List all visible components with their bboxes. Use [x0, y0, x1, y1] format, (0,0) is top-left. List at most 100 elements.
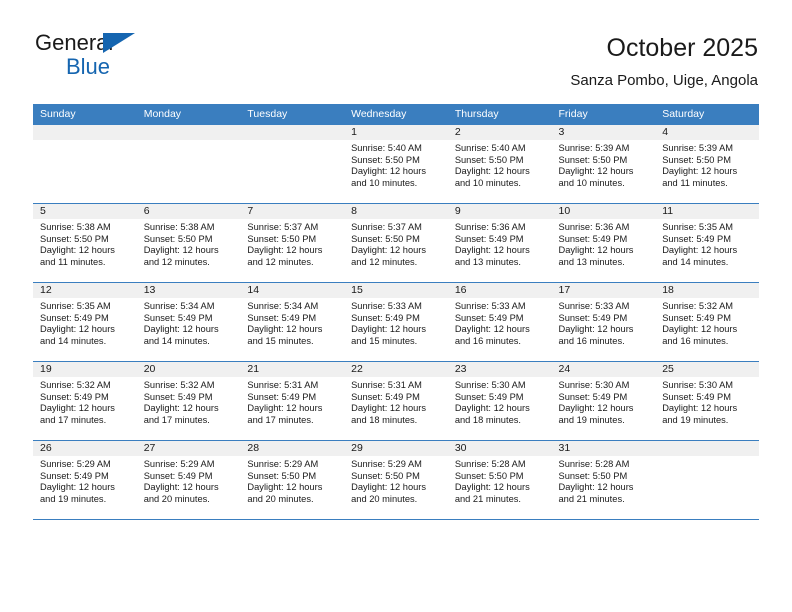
day-detail-line-2: Sunset: 5:49 PM — [558, 391, 628, 402]
calendar-day-cell[interactable]: 5 Sunrise: 5:38 AM Sunset: 5:50 PM Daylight… — [33, 203, 137, 283]
calendar-day-cell — [240, 125, 345, 204]
day-number: 4 — [655, 125, 759, 140]
day-detail-lines: Sunrise: 5:38 AM Sunset: 5:50 PM Daylight:… — [33, 219, 137, 268]
calendar-day-cell[interactable]: 30 Sunrise: 5:28 AM Sunset: 5:50 PM Dayligh… — [447, 440, 552, 520]
day-detail-lines: Sunrise: 5:30 AM Sunset: 5:49 PM Daylight:… — [655, 377, 759, 426]
day-detail-lines: Sunrise: 5:40 AM Sunset: 5:50 PM Daylight:… — [448, 140, 552, 189]
day-detail-line-4: and 14 minutes. — [143, 335, 210, 346]
day-number: 12 — [33, 283, 137, 298]
day-detail-line-2: Sunset: 5:50 PM — [558, 470, 628, 481]
calendar-day-cell[interactable]: 3 Sunrise: 5:39 AM Sunset: 5:50 PM Daylight… — [551, 125, 656, 204]
day-number — [136, 125, 241, 140]
day-cell-inner: 29 Sunrise: 5:29 AM Sunset: 5:50 PM Dayligh… — [344, 441, 448, 519]
day-detail-line-2: Sunset: 5:49 PM — [143, 470, 213, 481]
day-detail-line-3: Daylight: 12 hours — [351, 324, 427, 335]
calendar-day-cell[interactable]: 8 Sunrise: 5:37 AM Sunset: 5:50 PM Daylight… — [344, 203, 448, 283]
day-number: 28 — [240, 441, 345, 456]
brand-logo[interactable]: General Blue — [35, 30, 235, 82]
day-detail-line-4: and 16 minutes. — [454, 335, 521, 346]
day-detail-line-2: Sunset: 5:49 PM — [558, 233, 628, 244]
calendar-day-cell[interactable]: 27 Sunrise: 5:29 AM Sunset: 5:49 PM Dayligh… — [136, 440, 241, 520]
day-number: 10 — [551, 204, 656, 219]
day-detail-line-3: Daylight: 12 hours — [558, 403, 634, 414]
day-detail-lines: Sunrise: 5:34 AM Sunset: 5:49 PM Daylight:… — [240, 298, 344, 347]
calendar-table: Sunday Monday Tuesday Wednesday Thursday… — [33, 104, 759, 520]
calendar-day-cell[interactable]: 25 Sunrise: 5:30 AM Sunset: 5:49 PM Dayligh… — [655, 361, 759, 441]
calendar-week-row: 5 Sunrise: 5:38 AM Sunset: 5:50 PM Daylight… — [33, 203, 759, 283]
day-number: 18 — [655, 283, 759, 298]
day-detail-lines: Sunrise: 5:31 AM Sunset: 5:49 PM Daylight:… — [240, 377, 344, 426]
calendar-day-cell[interactable]: 13 Sunrise: 5:34 AM Sunset: 5:49 PM Dayligh… — [136, 282, 241, 362]
calendar-day-cell[interactable]: 29 Sunrise: 5:29 AM Sunset: 5:50 PM Dayligh… — [344, 440, 448, 520]
day-cell-inner: 14 Sunrise: 5:34 AM Sunset: 5:49 PM Dayligh… — [240, 283, 345, 361]
day-number: 29 — [344, 441, 448, 456]
day-cell-inner: 12 Sunrise: 5:35 AM Sunset: 5:49 PM Dayligh… — [33, 283, 137, 361]
day-detail-line-1: Sunrise: 5:30 AM — [454, 380, 526, 390]
day-detail-line-3: Daylight: 12 hours — [247, 245, 323, 256]
calendar-day-cell[interactable]: 14 Sunrise: 5:34 AM Sunset: 5:49 PM Dayligh… — [240, 282, 345, 362]
calendar-day-cell[interactable]: 23 Sunrise: 5:30 AM Sunset: 5:49 PM Dayligh… — [447, 361, 552, 441]
day-detail-line-1: Sunrise: 5:30 AM — [558, 380, 630, 390]
calendar-day-cell[interactable]: 21 Sunrise: 5:31 AM Sunset: 5:49 PM Dayligh… — [240, 361, 345, 441]
day-detail-lines — [655, 456, 759, 459]
day-detail-line-3: Daylight: 12 hours — [143, 403, 219, 414]
day-detail-line-3: Daylight: 12 hours — [143, 324, 219, 335]
brand-name-blue: Blue — [66, 54, 111, 79]
day-detail-line-4: and 19 minutes. — [40, 493, 107, 504]
calendar-day-cell[interactable]: 1 Sunrise: 5:40 AM Sunset: 5:50 PM Daylight… — [344, 125, 448, 204]
calendar-day-cell[interactable]: 22 Sunrise: 5:31 AM Sunset: 5:49 PM Dayligh… — [344, 361, 448, 441]
calendar-day-cell[interactable]: 18 Sunrise: 5:32 AM Sunset: 5:49 PM Dayligh… — [655, 282, 759, 362]
day-detail-line-2: Sunset: 5:50 PM — [351, 233, 420, 244]
day-detail-lines: Sunrise: 5:35 AM Sunset: 5:49 PM Daylight:… — [655, 219, 759, 268]
calendar-day-cell[interactable]: 31 Sunrise: 5:28 AM Sunset: 5:50 PM Dayligh… — [551, 440, 656, 520]
day-detail-line-1: Sunrise: 5:32 AM — [662, 301, 734, 311]
day-detail-line-4: and 15 minutes. — [351, 335, 418, 346]
day-cell-inner: 17 Sunrise: 5:33 AM Sunset: 5:49 PM Dayligh… — [551, 283, 656, 361]
day-detail-line-3: Daylight: 12 hours — [351, 166, 427, 177]
calendar-day-cell[interactable]: 17 Sunrise: 5:33 AM Sunset: 5:49 PM Dayligh… — [551, 282, 656, 362]
calendar-day-cell[interactable]: 20 Sunrise: 5:32 AM Sunset: 5:49 PM Dayligh… — [136, 361, 241, 441]
day-cell-inner — [655, 441, 759, 519]
calendar-day-cell[interactable]: 9 Sunrise: 5:36 AM Sunset: 5:49 PM Daylight… — [447, 203, 552, 283]
day-number: 27 — [136, 441, 241, 456]
day-detail-lines: Sunrise: 5:32 AM Sunset: 5:49 PM Daylight:… — [655, 298, 759, 347]
calendar-day-cell[interactable]: 19 Sunrise: 5:32 AM Sunset: 5:49 PM Dayligh… — [33, 361, 137, 441]
calendar-day-cell[interactable]: 11 Sunrise: 5:35 AM Sunset: 5:49 PM Dayligh… — [655, 203, 759, 283]
calendar-day-cell[interactable]: 4 Sunrise: 5:39 AM Sunset: 5:50 PM Daylight… — [655, 125, 759, 204]
calendar-body: 1 Sunrise: 5:40 AM Sunset: 5:50 PM Daylight… — [33, 125, 759, 520]
day-detail-line-3: Daylight: 12 hours — [558, 245, 634, 256]
calendar-day-cell[interactable]: 2 Sunrise: 5:40 AM Sunset: 5:50 PM Daylight… — [447, 125, 552, 204]
day-detail-line-1: Sunrise: 5:35 AM — [662, 222, 734, 232]
day-detail-lines — [137, 140, 241, 143]
calendar-day-cell[interactable]: 6 Sunrise: 5:38 AM Sunset: 5:50 PM Daylight… — [136, 203, 241, 283]
weekday-header-wednesday: Wednesday — [344, 104, 448, 125]
calendar-day-cell[interactable]: 16 Sunrise: 5:33 AM Sunset: 5:49 PM Dayligh… — [447, 282, 552, 362]
day-detail-line-1: Sunrise: 5:39 AM — [558, 143, 630, 153]
day-cell-inner: 20 Sunrise: 5:32 AM Sunset: 5:49 PM Dayligh… — [136, 362, 241, 440]
day-detail-line-1: Sunrise: 5:29 AM — [247, 459, 319, 469]
day-number: 14 — [240, 283, 345, 298]
calendar-day-cell[interactable]: 12 Sunrise: 5:35 AM Sunset: 5:49 PM Dayligh… — [33, 282, 137, 362]
day-detail-line-2: Sunset: 5:50 PM — [247, 470, 317, 481]
day-detail-line-4: and 20 minutes. — [143, 493, 210, 504]
day-detail-line-2: Sunset: 5:49 PM — [351, 391, 420, 402]
day-cell-inner: 23 Sunrise: 5:30 AM Sunset: 5:49 PM Dayligh… — [447, 362, 552, 440]
day-number: 30 — [447, 441, 552, 456]
day-detail-lines: Sunrise: 5:28 AM Sunset: 5:50 PM Daylight:… — [448, 456, 552, 505]
calendar-day-cell[interactable]: 7 Sunrise: 5:37 AM Sunset: 5:50 PM Daylight… — [240, 203, 345, 283]
day-cell-inner: 16 Sunrise: 5:33 AM Sunset: 5:49 PM Dayligh… — [447, 283, 552, 361]
calendar-day-cell[interactable]: 24 Sunrise: 5:30 AM Sunset: 5:49 PM Dayligh… — [551, 361, 656, 441]
calendar-day-cell[interactable]: 28 Sunrise: 5:29 AM Sunset: 5:50 PM Dayligh… — [240, 440, 345, 520]
day-detail-lines: Sunrise: 5:33 AM Sunset: 5:49 PM Daylight:… — [344, 298, 448, 347]
calendar-day-cell[interactable]: 15 Sunrise: 5:33 AM Sunset: 5:49 PM Dayligh… — [344, 282, 448, 362]
day-detail-line-4: and 11 minutes. — [40, 256, 106, 267]
day-detail-line-4: and 12 minutes. — [351, 256, 418, 267]
day-detail-lines: Sunrise: 5:32 AM Sunset: 5:49 PM Daylight:… — [137, 377, 241, 426]
day-detail-lines: Sunrise: 5:36 AM Sunset: 5:49 PM Daylight:… — [448, 219, 552, 268]
day-cell-inner: 8 Sunrise: 5:37 AM Sunset: 5:50 PM Daylight… — [344, 204, 448, 282]
calendar-container: Sunday Monday Tuesday Wednesday Thursday… — [33, 104, 759, 520]
day-number: 24 — [551, 362, 656, 377]
calendar-day-cell[interactable]: 10 Sunrise: 5:36 AM Sunset: 5:49 PM Dayligh… — [551, 203, 656, 283]
calendar-day-cell[interactable]: 26 Sunrise: 5:29 AM Sunset: 5:49 PM Dayligh… — [33, 440, 137, 520]
day-detail-line-3: Daylight: 12 hours — [662, 245, 738, 256]
